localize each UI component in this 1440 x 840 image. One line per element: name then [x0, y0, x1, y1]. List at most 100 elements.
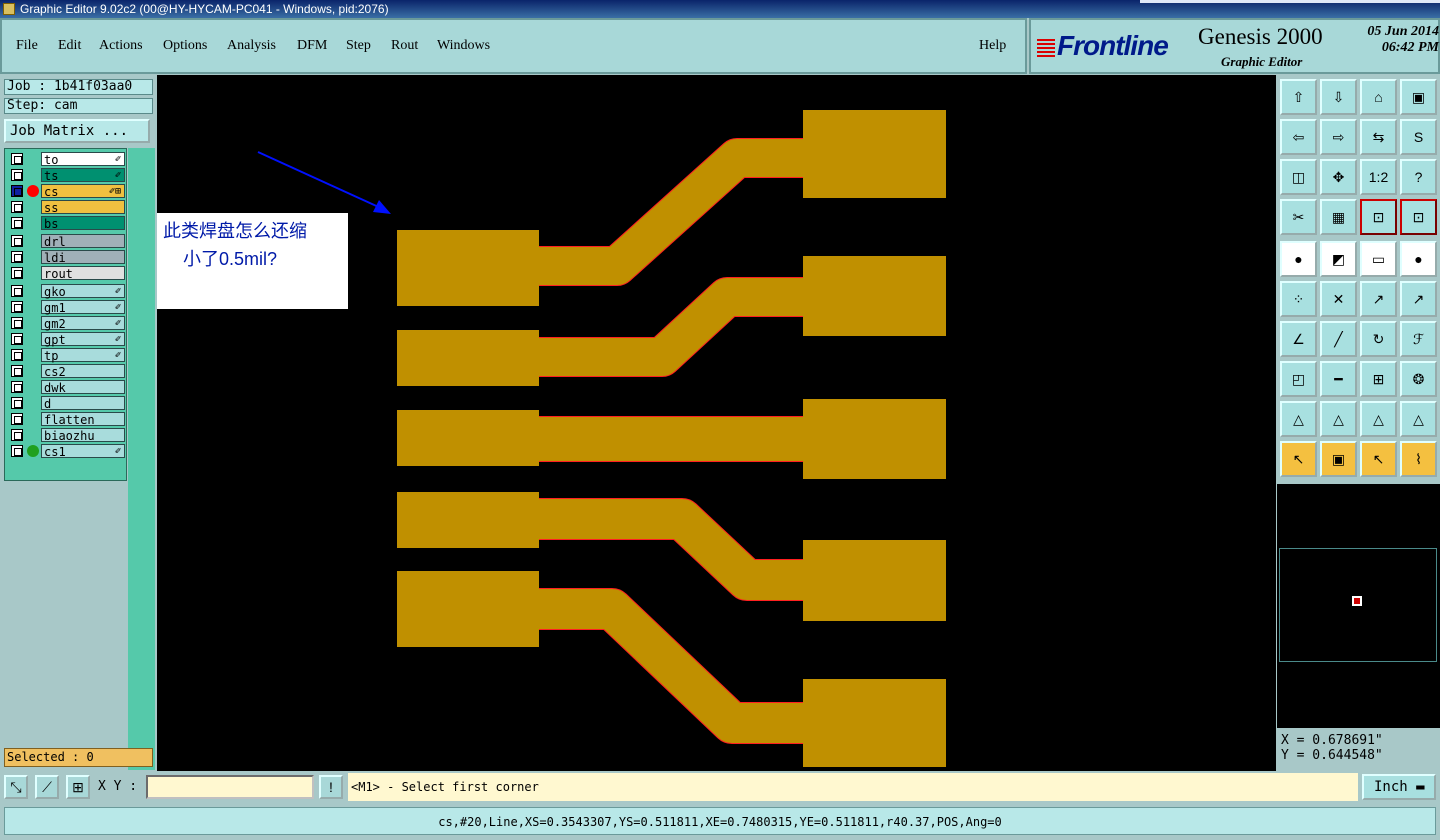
center-icon[interactable]: ✥ [1320, 159, 1357, 195]
dimension-icon[interactable]: ⊞ [1360, 361, 1397, 397]
units-select[interactable]: Inch ▬ [1362, 774, 1436, 800]
right-pad-5[interactable] [803, 679, 946, 767]
text-icon[interactable]: ℱ [1400, 321, 1437, 357]
menu-dfm[interactable]: DFM [297, 38, 327, 54]
layer-row-cs[interactable]: cs ✐⊞ [7, 184, 126, 199]
layer-row-gm2[interactable]: gm2 ✐ [7, 316, 126, 331]
snap-grid-icon[interactable]: ⊞ [66, 775, 90, 799]
layer-checkbox[interactable] [11, 235, 23, 247]
measure-line-icon[interactable]: ⟋ [35, 775, 59, 799]
menu-analysis[interactable]: Analysis [227, 38, 276, 54]
ruler-icon[interactable]: ▭ [1360, 241, 1397, 277]
trace-5[interactable] [532, 589, 807, 743]
save-icon[interactable]: ⇩ [1320, 79, 1357, 115]
connect-icon[interactable]: ⌇ [1400, 441, 1437, 477]
back-icon[interactable]: ⇦ [1280, 119, 1317, 155]
window-controls[interactable] [1140, 0, 1440, 3]
layer-checkbox[interactable] [11, 445, 23, 457]
left-pad-5[interactable] [397, 571, 539, 647]
select-pointer-icon[interactable]: ↖ [1360, 441, 1397, 477]
layer-row-gpt[interactable]: gpt ✐ [7, 332, 126, 347]
job-matrix-button[interactable]: Job Matrix ... [4, 119, 150, 143]
left-pad-3[interactable] [397, 410, 539, 466]
arrow-point-icon[interactable]: ↗ [1360, 281, 1397, 317]
layer-row-drl[interactable]: drl [7, 234, 126, 249]
layer-checkbox[interactable] [11, 413, 23, 425]
layer-checkbox[interactable] [11, 333, 23, 345]
help-icon[interactable]: ? [1400, 159, 1437, 195]
layer-row-cs1[interactable]: cs1 ✐ [7, 444, 126, 459]
node-icon[interactable]: ⁘ [1280, 281, 1317, 317]
layer-row-tp[interactable]: tp ✐ [7, 348, 126, 363]
arrow-point2-icon[interactable]: ↗ [1400, 281, 1437, 317]
trace-2[interactable] [532, 278, 807, 376]
arc-icon[interactable]: ↻ [1360, 321, 1397, 357]
right-pad-4[interactable] [803, 540, 946, 621]
layer-checkbox[interactable] [11, 429, 23, 441]
layer-checkbox[interactable] [11, 349, 23, 361]
layer-checkbox[interactable] [11, 217, 23, 229]
layer-checkbox[interactable] [11, 365, 23, 377]
cross-icon[interactable]: ✕ [1320, 281, 1357, 317]
xy-input[interactable] [146, 775, 314, 799]
layer-checkbox[interactable] [11, 267, 23, 279]
layer-checkbox[interactable] [11, 381, 23, 393]
left-pad-2[interactable] [397, 330, 539, 386]
right-pad-1[interactable] [803, 110, 946, 198]
select-box-icon[interactable]: ▣ [1320, 441, 1357, 477]
group-icon[interactable]: ❂ [1400, 361, 1437, 397]
fill-icon[interactable]: ● [1400, 241, 1437, 277]
window-icon[interactable]: ▣ [1400, 79, 1437, 115]
layer-row-gko[interactable]: gko ✐ [7, 284, 126, 299]
layer-row-dwk[interactable]: dwk [7, 380, 126, 395]
menu-step[interactable]: Step [346, 38, 371, 54]
route-icon[interactable]: S [1400, 119, 1437, 155]
grid-icon[interactable]: ▦ [1320, 199, 1357, 235]
menu-rout[interactable]: Rout [391, 38, 418, 54]
layer-row-gm1[interactable]: gm1 ✐ [7, 300, 126, 315]
menu-file[interactable]: File [16, 38, 38, 54]
layer-row-to[interactable]: to ✐ [7, 152, 126, 167]
layer-checkbox[interactable] [11, 397, 23, 409]
layer-row-ts[interactable]: ts ✐ [7, 168, 126, 183]
layer-row-ss[interactable]: ss [7, 200, 126, 215]
layer-checkbox[interactable] [11, 185, 23, 197]
layer-checkbox[interactable] [11, 317, 23, 329]
right-pad-3[interactable] [803, 399, 946, 479]
measure-icon[interactable]: ✂ [1280, 199, 1317, 235]
right-pad-2[interactable] [803, 256, 946, 336]
triangle4-icon[interactable]: △ [1400, 401, 1437, 437]
menu-actions[interactable]: Actions [99, 38, 143, 54]
dash-icon[interactable]: ━ [1320, 361, 1357, 397]
home-icon[interactable]: ⌂ [1360, 79, 1397, 115]
outline-icon[interactable]: ◩ [1320, 241, 1357, 277]
left-pad-4[interactable] [397, 492, 539, 548]
triangle2-icon[interactable]: △ [1320, 401, 1357, 437]
left-pad-1[interactable] [397, 230, 539, 306]
menu-windows[interactable]: Windows [437, 38, 490, 54]
zoom-fit-icon[interactable]: ◫ [1280, 159, 1317, 195]
layer-row-bs[interactable]: bs [7, 216, 126, 231]
layer-checkbox[interactable] [11, 169, 23, 181]
layer-row-ldi[interactable]: ldi [7, 250, 126, 265]
pad-icon[interactable]: ● [1280, 241, 1317, 277]
menu-help[interactable]: Help [979, 38, 1006, 54]
snap2-icon[interactable]: ⊡ [1400, 199, 1437, 235]
trace-4[interactable] [532, 499, 807, 600]
triangle-icon[interactable]: △ [1280, 401, 1317, 437]
triangle3-icon[interactable]: △ [1360, 401, 1397, 437]
layer-checkbox[interactable] [11, 201, 23, 213]
pointer-icon[interactable]: ↖ [1280, 441, 1317, 477]
menu-edit[interactable]: Edit [58, 38, 81, 54]
menu-options[interactable]: Options [163, 38, 207, 54]
layer-row-d[interactable]: d [7, 396, 126, 411]
zoom-area-icon[interactable]: ⤡ [4, 775, 28, 799]
forward-icon[interactable]: ⇨ [1320, 119, 1357, 155]
overview-map[interactable] [1277, 484, 1440, 728]
line-icon[interactable]: ╱ [1320, 321, 1357, 357]
info-button[interactable]: ! [319, 775, 343, 799]
scale-icon[interactable]: 1:2 [1360, 159, 1397, 195]
layer-row-rout[interactable]: rout [7, 266, 126, 281]
layer-checkbox[interactable] [11, 251, 23, 263]
swap-icon[interactable]: ⇆ [1360, 119, 1397, 155]
